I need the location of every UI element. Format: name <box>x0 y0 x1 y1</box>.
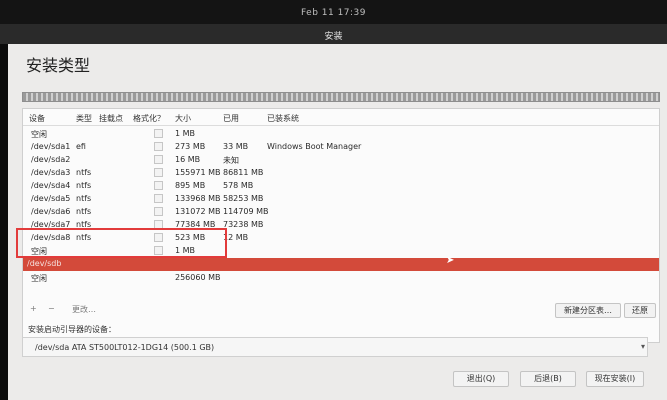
format-checkbox[interactable] <box>154 246 163 255</box>
header-type[interactable]: 类型 <box>76 113 92 124</box>
row-device: /dev/sda3 <box>31 168 71 177</box>
row-size: 256060 MB <box>175 273 221 282</box>
boot-device-select[interactable]: /dev/sda ATA ST500LT012-1DG14 (500.1 GB)… <box>22 337 648 357</box>
format-checkbox[interactable] <box>154 194 163 203</box>
top-bar: Feb 11 17:39 <box>0 0 667 24</box>
boot-device-label: 安装启动引导器的设备： <box>28 325 116 334</box>
install-now-button[interactable]: 现在安装(I) <box>586 371 644 387</box>
quit-button[interactable]: 退出(Q) <box>453 371 509 387</box>
table-row[interactable]: /dev/sda4 ntfs 895 MB 578 MB <box>23 180 659 193</box>
row-system: Windows Boot Manager <box>267 142 362 151</box>
row-size: 895 MB <box>175 181 206 190</box>
row-device: /dev/sda7 <box>31 220 71 229</box>
revert-button[interactable]: 还原 <box>624 303 656 318</box>
clock: Feb 11 17:39 <box>300 8 367 18</box>
row-size: 1 MB <box>175 246 196 255</box>
row-type: ntfs <box>76 207 92 216</box>
screen: Feb 11 17:39 安装 安装类型 设备 类型 挂载点 格式化？ 大小 已… <box>0 0 667 400</box>
table-row[interactable]: 空闲 1 MB <box>23 245 659 258</box>
window-titlebar: 安装 <box>0 24 667 44</box>
new-partition-table-button[interactable]: 新建分区表… <box>555 303 621 318</box>
window-title: 安装 <box>324 32 343 42</box>
header-used[interactable]: 已用 <box>223 113 239 124</box>
header-device[interactable]: 设备 <box>29 113 45 124</box>
row-size: 155971 MB <box>175 168 221 177</box>
format-checkbox[interactable] <box>154 168 163 177</box>
row-size: 77384 MB <box>175 220 216 229</box>
page-title: 安装类型 <box>26 56 91 75</box>
format-checkbox[interactable] <box>154 220 163 229</box>
row-type: ntfs <box>76 220 92 229</box>
row-type: ntfs <box>76 181 92 190</box>
remove-partition-button[interactable]: − <box>48 304 55 313</box>
row-device: /dev/sda2 <box>31 155 71 164</box>
table-row[interactable]: /dev/sda8 ntfs 523 MB 12 MB <box>23 232 659 245</box>
row-used: 12 MB <box>223 233 249 242</box>
row-used: 86811 MB <box>223 168 264 177</box>
row-device: 空闲 <box>31 130 47 139</box>
row-device: 空闲 <box>31 274 47 283</box>
table-row[interactable]: /dev/sda1 efi 273 MB 33 MB Windows Boot … <box>23 141 659 154</box>
row-size: 273 MB <box>175 142 206 151</box>
format-checkbox[interactable] <box>154 181 163 190</box>
row-size: 16 MB <box>175 155 201 164</box>
format-checkbox[interactable] <box>154 207 163 216</box>
mouse-cursor-icon: ➤ <box>446 255 455 266</box>
table-header: 设备 类型 挂载点 格式化？ 大小 已用 已装系统 <box>23 109 659 126</box>
table-row-free-sdb[interactable]: 空闲 256060 MB <box>23 272 659 285</box>
row-device: /dev/sda4 <box>31 181 71 190</box>
row-type: efi <box>76 142 86 151</box>
header-format[interactable]: 格式化？ <box>133 113 165 124</box>
row-device: 空闲 <box>31 247 47 256</box>
dropdown-arrow-icon: ▾ <box>640 342 645 351</box>
format-checkbox[interactable] <box>154 142 163 151</box>
row-type: ntfs <box>76 194 92 203</box>
row-used: 33 MB <box>223 142 249 151</box>
table-row[interactable]: /dev/sda5 ntfs 133968 MB 58253 MB <box>23 193 659 206</box>
add-partition-button[interactable]: + <box>30 304 37 313</box>
installer-window: 安装类型 设备 类型 挂载点 格式化？ 大小 已用 已装系统 空闲 1 MB /… <box>8 44 667 400</box>
table-row[interactable]: /dev/sda6 ntfs 131072 MB 114709 MB <box>23 206 659 219</box>
row-size: 523 MB <box>175 233 206 242</box>
partition-toolbar: + − 更改… 新建分区表… 还原 <box>22 303 660 318</box>
row-size: 131072 MB <box>175 207 221 216</box>
back-button[interactable]: 后退(B) <box>520 371 576 387</box>
header-size[interactable]: 大小 <box>175 113 191 124</box>
table-row[interactable]: /dev/sda2 16 MB 未知 <box>23 154 659 167</box>
row-size: 1 MB <box>175 129 196 138</box>
row-device: /dev/sda5 <box>31 194 71 203</box>
partition-bar <box>22 92 660 102</box>
row-used: 114709 MB <box>223 207 269 216</box>
header-mount[interactable]: 挂载点 <box>99 113 123 124</box>
row-type: ntfs <box>76 233 92 242</box>
row-device: /dev/sda8 <box>31 233 71 242</box>
row-used: 578 MB <box>223 181 254 190</box>
row-device: /dev/sdb <box>27 259 62 268</box>
boot-device-value: /dev/sda ATA ST500LT012-1DG14 (500.1 GB) <box>35 343 215 352</box>
row-used: 未知 <box>223 156 239 165</box>
row-used: 58253 MB <box>223 194 264 203</box>
format-checkbox[interactable] <box>154 129 163 138</box>
table-row[interactable]: /dev/sda7 ntfs 77384 MB 73238 MB <box>23 219 659 232</box>
format-checkbox[interactable] <box>154 155 163 164</box>
row-device: /dev/sda6 <box>31 207 71 216</box>
row-used: 73238 MB <box>223 220 264 229</box>
change-partition-button[interactable]: 更改… <box>72 304 96 315</box>
row-type: ntfs <box>76 168 92 177</box>
row-device: /dev/sda1 <box>31 142 71 151</box>
format-checkbox[interactable] <box>154 233 163 242</box>
row-size: 133968 MB <box>175 194 221 203</box>
disk-row-sdb[interactable]: /dev/sdb <box>23 258 659 271</box>
table-row[interactable]: /dev/sda3 ntfs 155971 MB 86811 MB <box>23 167 659 180</box>
header-system[interactable]: 已装系统 <box>267 113 299 124</box>
table-row[interactable]: 空闲 1 MB <box>23 128 659 141</box>
